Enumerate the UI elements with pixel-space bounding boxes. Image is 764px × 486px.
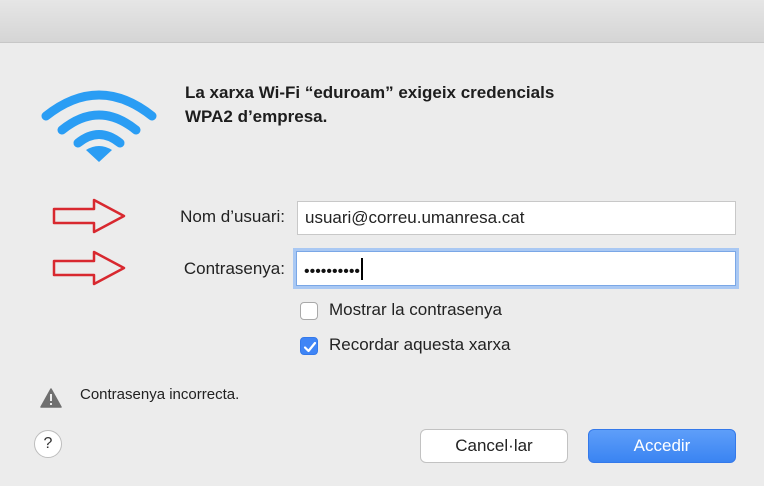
password-label: Contrasenya: (183, 259, 285, 278)
username-label: Nom d’usuari: (180, 207, 285, 226)
error-message: Contrasenya incorrecta. (80, 386, 240, 403)
join-button[interactable]: Accedir (588, 429, 736, 463)
heading-line-1: La xarxa Wi-Fi “eduroam” exigeix credenc… (185, 83, 555, 102)
remember-network-checkbox[interactable] (300, 337, 318, 355)
window-titlebar (0, 0, 764, 43)
show-password-label[interactable]: Mostrar la contrasenya (329, 300, 502, 320)
wifi-icon (41, 90, 157, 162)
help-button[interactable]: ? (34, 430, 62, 458)
remember-network-label[interactable]: Recordar aquesta xarxa (329, 335, 510, 355)
show-password-checkbox[interactable] (300, 302, 318, 320)
username-field[interactable]: usuari@correu.umanresa.cat (297, 201, 736, 235)
checkmark-icon (303, 341, 317, 353)
warning-icon (40, 388, 62, 408)
dialog-heading: La xarxa Wi-Fi “eduroam” exigeix credenc… (185, 81, 725, 129)
username-value: usuari@correu.umanresa.cat (305, 208, 525, 227)
password-mask: •••••••••• (304, 263, 361, 280)
password-field[interactable]: •••••••••• (296, 251, 736, 286)
heading-line-2: WPA2 d’empresa. (185, 107, 328, 126)
cancel-button[interactable]: Cancel·lar (420, 429, 568, 463)
text-caret (361, 258, 364, 280)
